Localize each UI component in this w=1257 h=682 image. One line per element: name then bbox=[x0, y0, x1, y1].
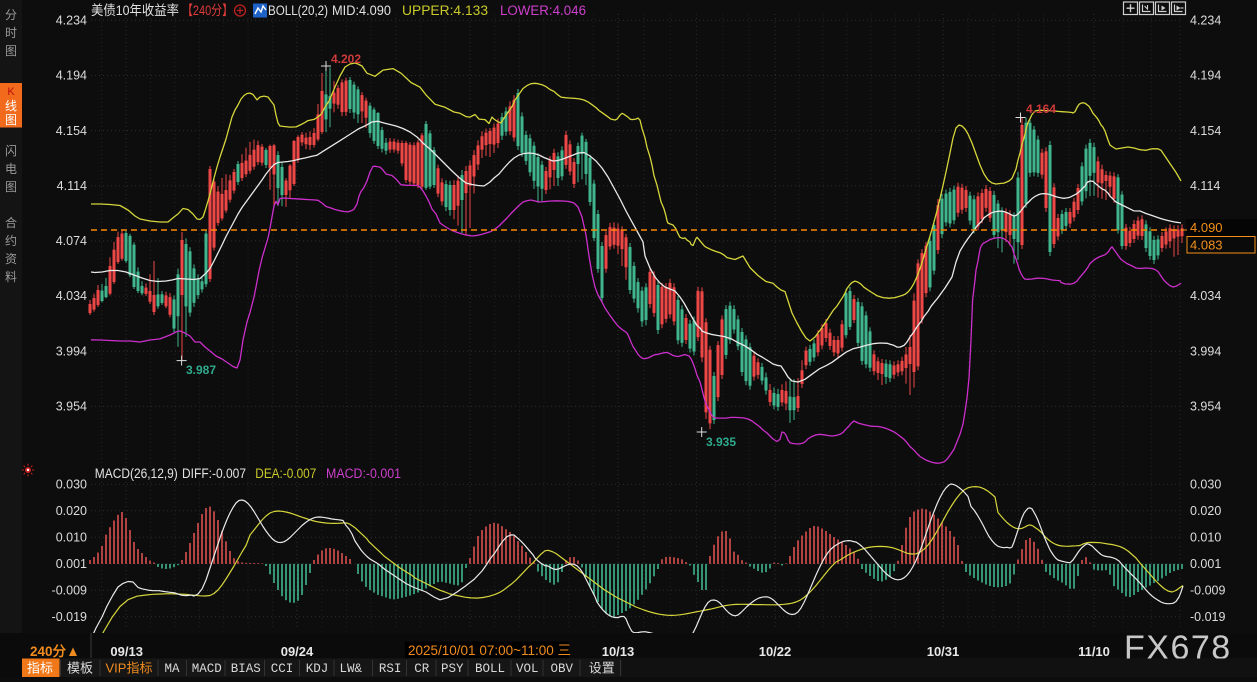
svg-text:图: 图 bbox=[5, 180, 17, 194]
svg-text:4.154: 4.154 bbox=[1190, 124, 1221, 138]
svg-text:4.090: 4.090 bbox=[1190, 220, 1223, 235]
svg-text:分: 分 bbox=[5, 8, 17, 22]
svg-text:料: 料 bbox=[5, 270, 17, 284]
svg-text:约: 约 bbox=[5, 233, 17, 248]
svg-text:【240分】: 【240分】 bbox=[182, 3, 233, 18]
svg-text:11/10: 11/10 bbox=[1078, 644, 1110, 659]
svg-text:MACD(26,12,9): MACD(26,12,9) bbox=[95, 466, 178, 481]
svg-text:10/13: 10/13 bbox=[602, 644, 635, 659]
svg-text:图: 图 bbox=[5, 44, 17, 58]
svg-text:0.001: 0.001 bbox=[56, 557, 87, 571]
svg-text:3.994: 3.994 bbox=[1190, 344, 1221, 358]
svg-text:4.202: 4.202 bbox=[331, 52, 361, 66]
svg-text:UPPER:4.133: UPPER:4.133 bbox=[402, 3, 488, 18]
svg-text:09/24: 09/24 bbox=[281, 644, 314, 659]
svg-text:线: 线 bbox=[5, 99, 17, 113]
svg-text:BIAS: BIAS bbox=[231, 662, 261, 676]
svg-text:资: 资 bbox=[5, 252, 17, 266]
svg-text:KDJ: KDJ bbox=[306, 662, 329, 676]
svg-text:指标: 指标 bbox=[27, 661, 53, 676]
svg-text:-0.009: -0.009 bbox=[52, 583, 87, 597]
svg-text:RSI: RSI bbox=[379, 662, 402, 676]
svg-text:4.154: 4.154 bbox=[56, 124, 87, 138]
svg-text:-0.019: -0.019 bbox=[52, 610, 87, 624]
svg-text:4.034: 4.034 bbox=[56, 289, 87, 303]
svg-text:时: 时 bbox=[5, 26, 17, 40]
svg-text:美债10年收益率: 美债10年收益率 bbox=[91, 2, 179, 18]
svg-text:LOWER:4.046: LOWER:4.046 bbox=[500, 3, 586, 18]
svg-text:3.935: 3.935 bbox=[706, 435, 736, 449]
svg-text:4.034: 4.034 bbox=[1190, 289, 1221, 303]
svg-text:BOLL: BOLL bbox=[475, 662, 505, 676]
svg-text:0.020: 0.020 bbox=[56, 504, 87, 518]
svg-text:4.164: 4.164 bbox=[1026, 102, 1056, 116]
svg-text:0.010: 0.010 bbox=[56, 530, 87, 544]
svg-text:模板: 模板 bbox=[67, 661, 93, 676]
svg-text:0.010: 0.010 bbox=[1190, 530, 1221, 544]
svg-text:-0.009: -0.009 bbox=[1190, 583, 1225, 597]
svg-text:MA: MA bbox=[164, 662, 180, 676]
svg-text:4.234: 4.234 bbox=[1190, 14, 1221, 28]
svg-text:闪: 闪 bbox=[5, 144, 17, 158]
svg-text:3.987: 3.987 bbox=[186, 363, 216, 377]
svg-text:3.954: 3.954 bbox=[56, 400, 87, 414]
svg-text:4.234: 4.234 bbox=[56, 14, 87, 28]
svg-text:图: 图 bbox=[5, 113, 17, 127]
svg-text:VOL: VOL bbox=[516, 662, 539, 676]
svg-text:合: 合 bbox=[5, 215, 17, 230]
svg-text:240分: 240分 bbox=[30, 644, 67, 659]
svg-text:电: 电 bbox=[5, 162, 17, 176]
svg-text:DIFF:-0.007: DIFF:-0.007 bbox=[182, 466, 246, 481]
svg-text:4.194: 4.194 bbox=[1190, 69, 1221, 83]
svg-text:PSY: PSY bbox=[441, 662, 464, 676]
svg-text:4.194: 4.194 bbox=[56, 69, 87, 83]
svg-text:0.030: 0.030 bbox=[56, 477, 87, 491]
svg-text:2025/10/01 07:00~11:00 三: 2025/10/01 07:00~11:00 三 bbox=[408, 643, 571, 658]
svg-text:0.001: 0.001 bbox=[1190, 557, 1221, 571]
svg-text:-0.019: -0.019 bbox=[1190, 610, 1225, 624]
svg-text:0.020: 0.020 bbox=[1190, 504, 1221, 518]
svg-text:设置: 设置 bbox=[589, 661, 615, 676]
svg-text:DEA:-0.007: DEA:-0.007 bbox=[255, 466, 316, 481]
svg-text:3.994: 3.994 bbox=[56, 344, 87, 358]
svg-text:4.074: 4.074 bbox=[56, 234, 87, 248]
svg-text:4.114: 4.114 bbox=[57, 179, 87, 193]
svg-text:VIP指标: VIP指标 bbox=[106, 661, 153, 676]
svg-text:BOLL(20,2): BOLL(20,2) bbox=[268, 3, 328, 18]
svg-text:MACD:-0.001: MACD:-0.001 bbox=[326, 466, 401, 481]
svg-text:CCI: CCI bbox=[271, 662, 294, 676]
svg-text:MID:4.090: MID:4.090 bbox=[332, 3, 391, 18]
svg-text:K: K bbox=[7, 86, 15, 98]
svg-text:4.114: 4.114 bbox=[1190, 179, 1220, 193]
svg-text:4.083: 4.083 bbox=[1190, 238, 1223, 253]
svg-text:0.030: 0.030 bbox=[1190, 477, 1221, 491]
svg-text:10/22: 10/22 bbox=[759, 644, 792, 659]
svg-text:MACD: MACD bbox=[192, 662, 222, 676]
svg-text:10/31: 10/31 bbox=[927, 644, 960, 659]
svg-text:OBV: OBV bbox=[551, 662, 574, 676]
svg-text:3.954: 3.954 bbox=[1190, 400, 1221, 414]
svg-text:CR: CR bbox=[414, 662, 430, 676]
svg-text:09/13: 09/13 bbox=[110, 644, 143, 659]
svg-text:LW&: LW& bbox=[339, 662, 362, 676]
